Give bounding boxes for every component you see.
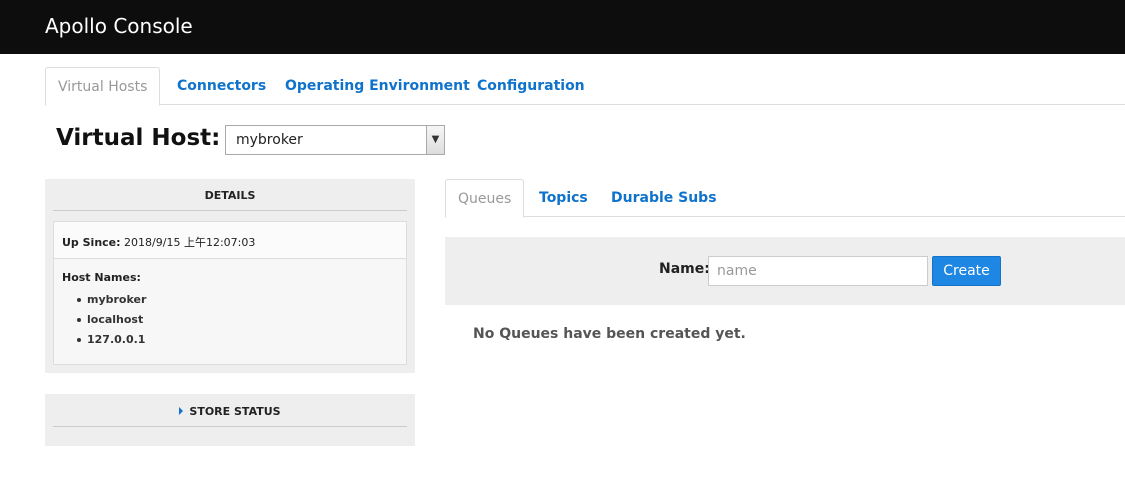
chevron-down-icon[interactable]: ▼ [426, 126, 444, 154]
up-since-label: Up Since: [62, 236, 121, 249]
tab-connectors[interactable]: Connectors [165, 67, 278, 105]
tab-operating-environment[interactable]: Operating Environment [273, 67, 482, 105]
app-title: Apollo Console [45, 14, 193, 38]
host-names: Host Names: mybroker localhost 127.0.0.1 [62, 271, 146, 350]
tab-virtual-hosts[interactable]: Virtual Hosts [45, 67, 161, 106]
empty-queues-message: No Queues have been created yet. [473, 326, 746, 342]
list-item: 127.0.0.1 [62, 330, 146, 350]
name-input[interactable] [708, 256, 928, 286]
top-bar: Apollo Console [0, 0, 1125, 54]
host-names-list: mybroker localhost 127.0.0.1 [62, 290, 146, 350]
create-queue-bar: Name: Create [445, 237, 1125, 305]
virtual-host-label: Virtual Host: [56, 125, 221, 151]
details-body: Up Since: 2018/9/15 上午12:07:03 Host Name… [53, 221, 407, 365]
list-item: localhost [62, 310, 146, 330]
store-status-title: STORE STATUS [189, 405, 281, 418]
tab-durable-subs[interactable]: Durable Subs [599, 179, 729, 217]
name-label: Name: [659, 261, 710, 277]
host-names-label: Host Names: [62, 271, 141, 284]
list-item: mybroker [62, 290, 146, 310]
store-status-panel: STORE STATUS [45, 394, 415, 446]
tab-queues[interactable]: Queues [445, 179, 525, 218]
virtual-host-select[interactable]: mybroker ▼ [225, 125, 445, 155]
tab-configuration[interactable]: Configuration [465, 67, 597, 105]
main-tab-bar: Virtual Hosts Connectors Operating Envir… [45, 67, 1125, 106]
create-button[interactable]: Create [932, 256, 1001, 286]
details-panel: DETAILS Up Since: 2018/9/15 上午12:07:03 H… [45, 179, 415, 373]
tab-topics[interactable]: Topics [527, 179, 600, 217]
sub-tab-bar: Queues Topics Durable Subs [445, 179, 1125, 218]
up-since-value: 2018/9/15 上午12:07:03 [124, 236, 256, 249]
virtual-host-selected-value: mybroker [236, 132, 303, 148]
up-since: Up Since: 2018/9/15 上午12:07:03 [54, 222, 406, 259]
store-status-toggle[interactable]: STORE STATUS [53, 394, 407, 427]
details-title: DETAILS [53, 179, 407, 211]
caret-right-icon [179, 407, 184, 415]
